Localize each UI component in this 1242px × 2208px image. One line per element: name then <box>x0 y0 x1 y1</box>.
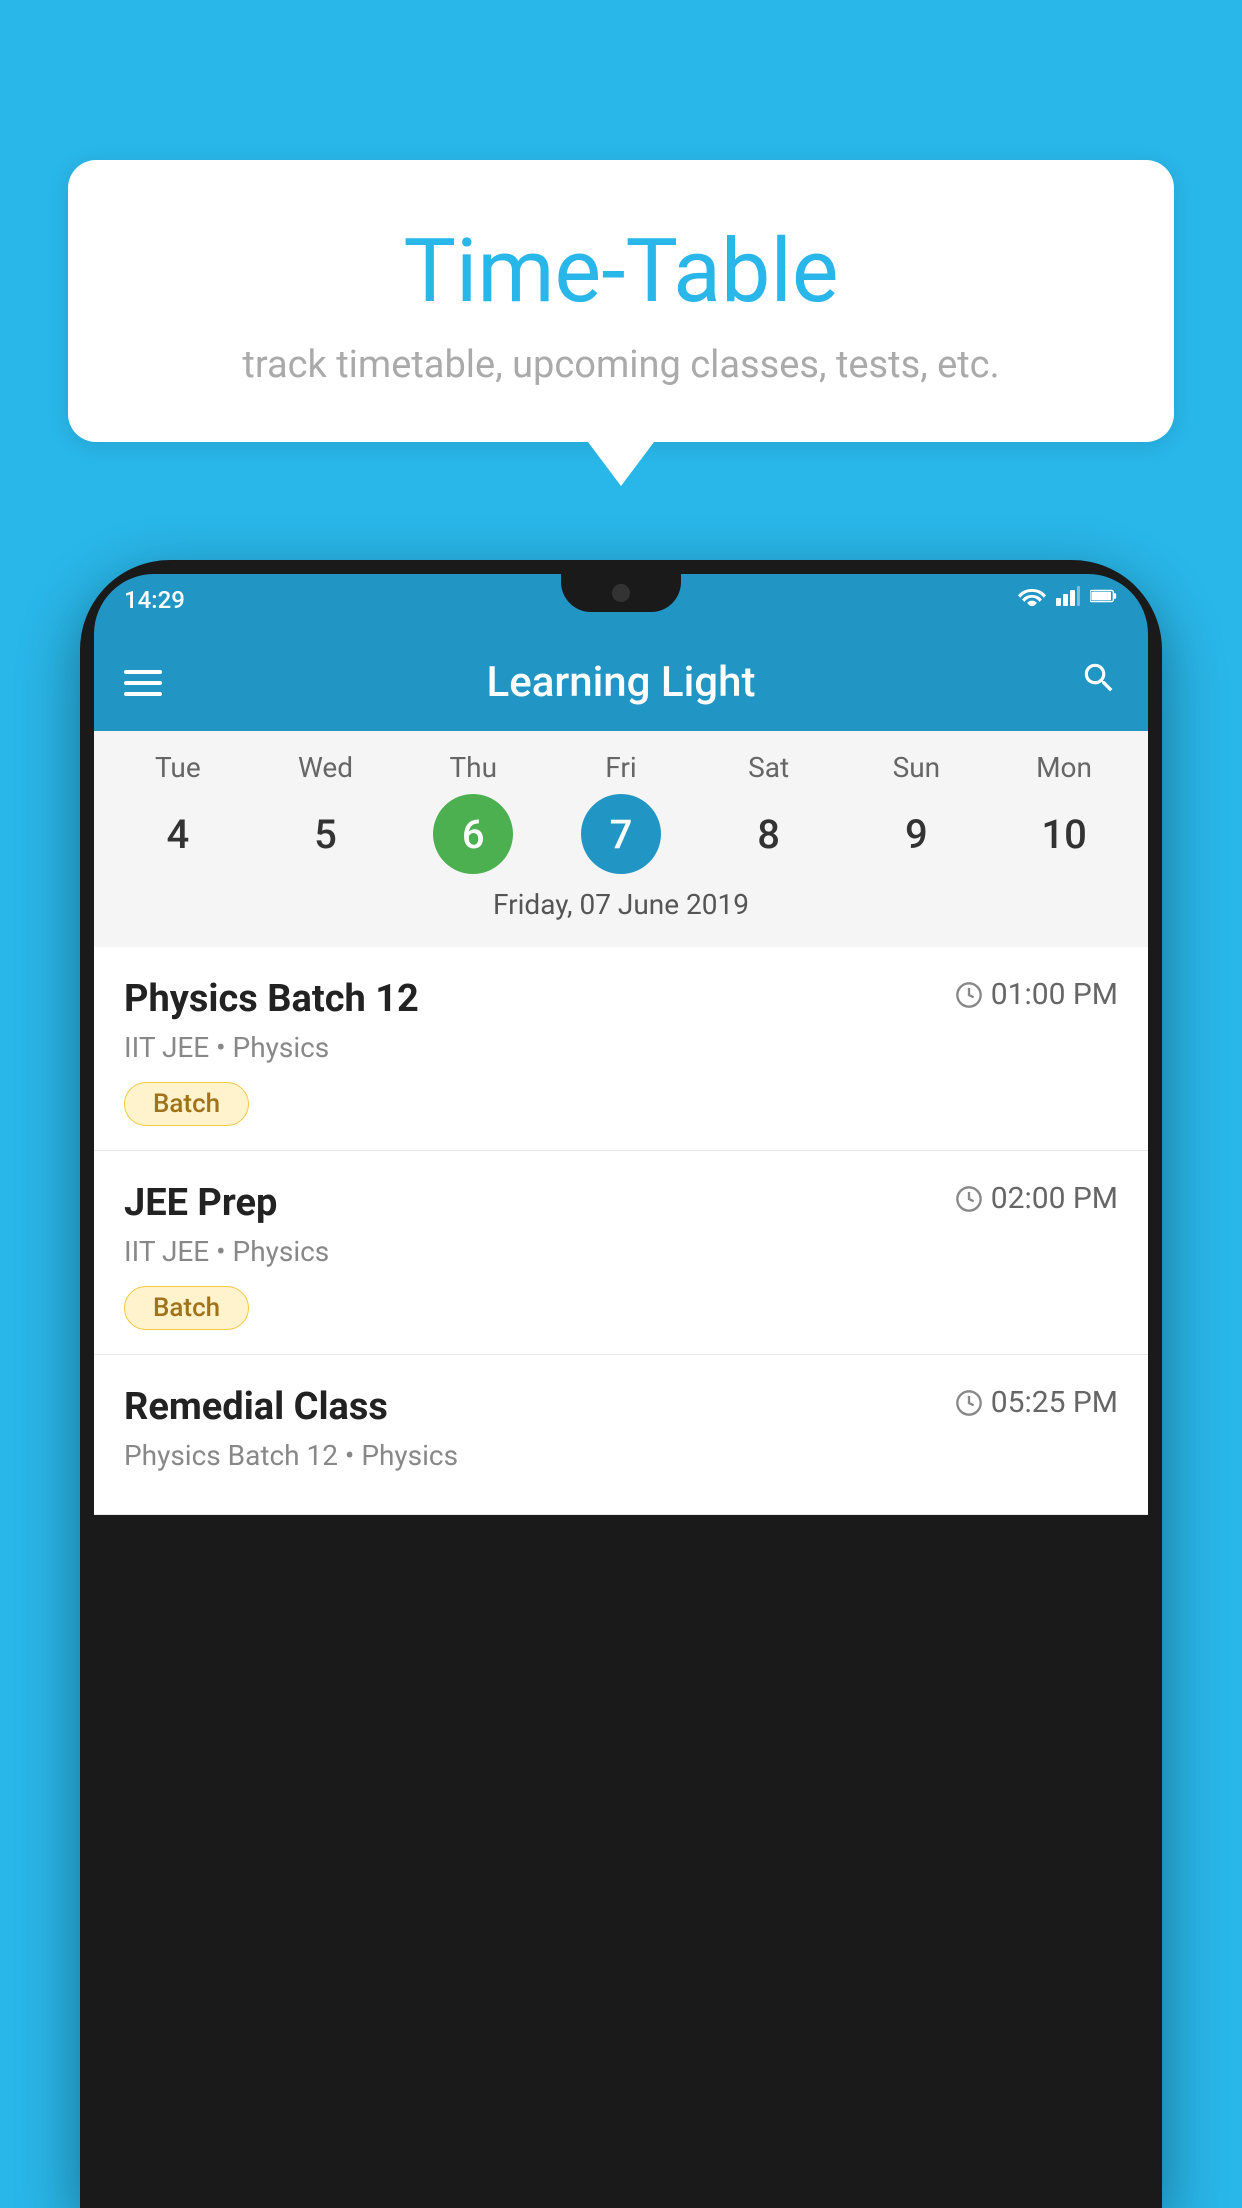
selected-date-label: Friday, 07 June 2019 <box>104 874 1138 937</box>
day-numbers: 456789 10 <box>104 794 1138 874</box>
phone-frame: 14:29 <box>80 560 1162 2208</box>
menu-button[interactable] <box>124 670 162 696</box>
day-header: Tue <box>138 751 218 784</box>
class-item[interactable]: Physics Batch 12 01:00 PM IIT JEE • Phys… <box>94 947 1148 1151</box>
signal-icon <box>1054 586 1082 606</box>
day-number[interactable]: 5 <box>286 794 366 874</box>
day-number[interactable]: 4 <box>138 794 218 874</box>
class-item-header: Physics Batch 12 01:00 PM <box>124 977 1118 1021</box>
app-bar: Learning Light <box>94 634 1148 731</box>
day-header: Fri <box>581 751 661 784</box>
clock-icon <box>955 1389 983 1417</box>
clock-icon <box>955 981 983 1009</box>
class-list: Physics Batch 12 01:00 PM IIT JEE • Phys… <box>94 947 1148 1515</box>
class-item-header: JEE Prep 02:00 PM <box>124 1181 1118 1225</box>
class-item[interactable]: Remedial Class 05:25 PM Physics Batch 12… <box>94 1355 1148 1515</box>
battery-icon <box>1090 586 1118 606</box>
day-number[interactable]: 10 <box>1024 794 1104 874</box>
class-subject: IIT JEE • Physics <box>124 1235 1118 1268</box>
day-number[interactable]: 8 <box>729 794 809 874</box>
class-name: Remedial Class <box>124 1385 388 1429</box>
day-header: Sat <box>729 751 809 784</box>
bubble-subtitle: track timetable, upcoming classes, tests… <box>118 343 1124 387</box>
class-subject: IIT JEE • Physics <box>124 1031 1118 1064</box>
search-icon <box>1080 659 1118 697</box>
status-time: 14:29 <box>124 586 185 614</box>
phone-notch <box>561 574 681 612</box>
batch-tag: Batch <box>124 1286 249 1330</box>
day-header: Wed <box>286 751 366 784</box>
day-number[interactable]: 6 <box>433 794 513 874</box>
class-name: JEE Prep <box>124 1181 277 1225</box>
speech-bubble: Time-Table track timetable, upcoming cla… <box>68 160 1174 442</box>
wifi-icon <box>1018 586 1046 606</box>
day-header: Thu <box>433 751 513 784</box>
status-icons <box>1018 586 1118 606</box>
class-item[interactable]: JEE Prep 02:00 PM IIT JEE • Physics Batc… <box>94 1151 1148 1355</box>
clock-icon <box>955 1185 983 1213</box>
app-title: Learning Light <box>487 658 756 707</box>
day-number[interactable]: 7 <box>581 794 661 874</box>
phone-screen: Tue Wed Thu Fri Sat Sun Mon 456789 10 Friday, 0… <box>94 731 1148 1515</box>
class-time: 05:25 PM <box>955 1385 1118 1420</box>
class-time: 01:00 PM <box>955 977 1118 1012</box>
calendar-strip: Tue Wed Thu Fri Sat Sun Mon 456789 10 Friday, 0… <box>94 731 1148 947</box>
search-button[interactable] <box>1080 659 1118 707</box>
day-number[interactable]: 9 <box>876 794 956 874</box>
class-subject: Physics Batch 12 • Physics <box>124 1439 1118 1472</box>
status-bar: 14:29 <box>94 574 1148 634</box>
day-header: Mon <box>1024 751 1104 784</box>
class-time: 02:00 PM <box>955 1181 1118 1216</box>
day-header: Sun <box>876 751 956 784</box>
day-headers: Tue Wed Thu Fri Sat Sun Mon <box>104 751 1138 784</box>
batch-tag: Batch <box>124 1082 249 1126</box>
camera <box>612 584 630 602</box>
class-name: Physics Batch 12 <box>124 977 419 1021</box>
bubble-title: Time-Table <box>118 220 1124 323</box>
class-item-header: Remedial Class 05:25 PM <box>124 1385 1118 1429</box>
